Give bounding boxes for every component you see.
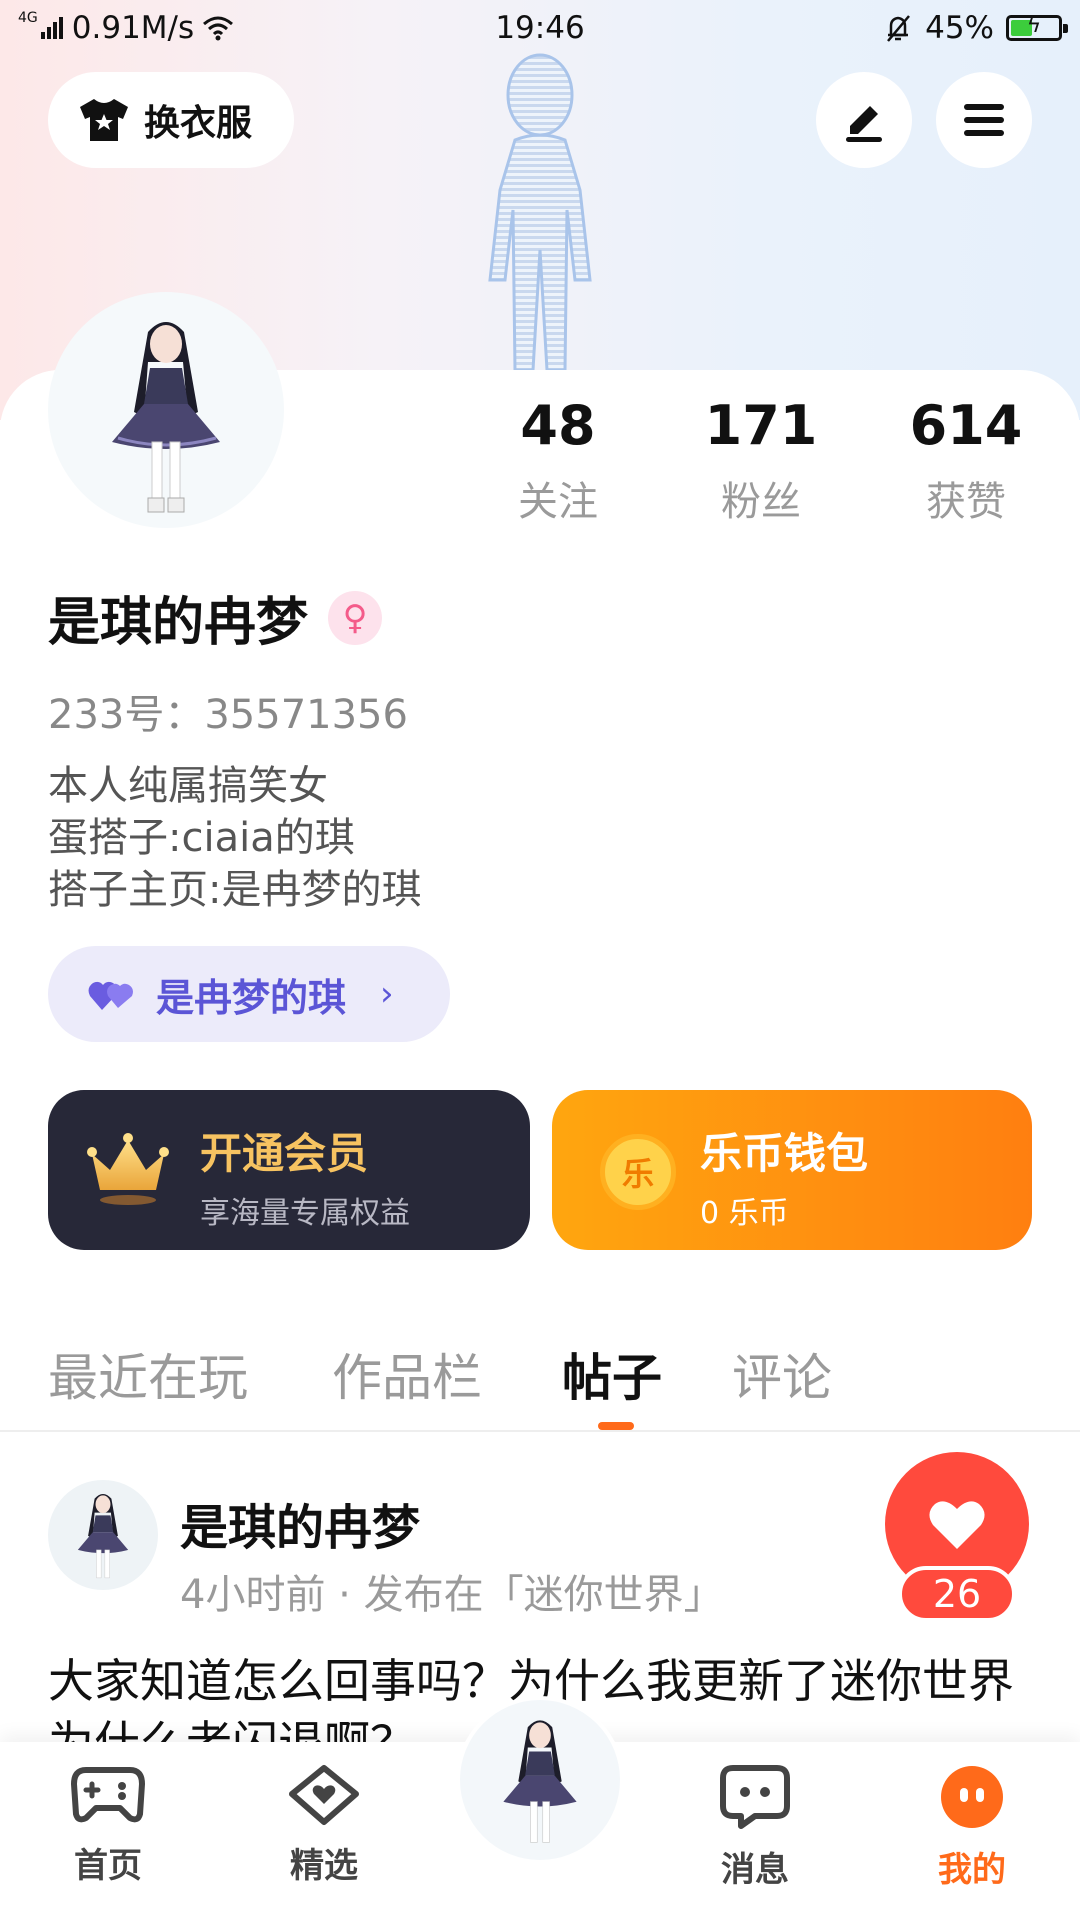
- menu-icon: [964, 104, 1004, 136]
- stat-followers[interactable]: 171 粉丝: [681, 393, 841, 527]
- post-author-avatar[interactable]: [48, 1480, 158, 1590]
- status-right: 45% ϟ: [883, 10, 1068, 46]
- active-tab-indicator: [598, 1422, 634, 1430]
- tab-divider: [0, 1430, 1080, 1432]
- gamepad-icon: [71, 1767, 145, 1823]
- stat-following[interactable]: 48 关注: [478, 393, 638, 527]
- double-heart-icon: [88, 981, 133, 1010]
- change-clothes-button[interactable]: 换衣服: [48, 72, 294, 168]
- nav-featured-label: 精选: [290, 1846, 358, 1886]
- chevron-right-icon: ›: [380, 974, 394, 1014]
- partner-link-button[interactable]: 是冉梦的琪 ›: [48, 946, 450, 1042]
- partner-name: 是冉梦的琪: [156, 975, 347, 1020]
- tab-comments[interactable]: 评论: [732, 1338, 832, 1410]
- coin-icon: 乐: [600, 1134, 676, 1210]
- change-clothes-label: 换衣服: [144, 103, 253, 144]
- bottom-navigation: 首页 精选 消息 我的: [0, 1696, 1080, 1920]
- nav-center-avatar[interactable]: [456, 1696, 624, 1864]
- female-icon: ♀: [328, 590, 383, 645]
- profile-face-icon: [941, 1766, 1003, 1828]
- nav-me-label: 我的: [938, 1850, 1006, 1890]
- battery-percent: 45%: [925, 10, 994, 46]
- wallet-card[interactable]: 乐 乐币钱包 0 乐币: [552, 1090, 1032, 1250]
- bio-line: 本人纯属搞笑女: [48, 763, 328, 809]
- chat-icon: [720, 1765, 790, 1829]
- stat-following-label: 关注: [518, 479, 598, 525]
- nav-messages-label: 消息: [721, 1850, 789, 1890]
- wallet-balance: 0 乐币: [700, 1196, 789, 1231]
- nav-messages[interactable]: 消息: [685, 1764, 825, 1891]
- bio-line: 搭子主页:是冉梦的琪: [48, 867, 422, 913]
- nav-me[interactable]: 我的: [902, 1764, 1042, 1891]
- heart-icon: [929, 1501, 985, 1549]
- mute-bell-icon: [887, 15, 911, 42]
- vip-subtitle: 享海量专属权益: [200, 1196, 410, 1231]
- charging-bolt-icon: ϟ: [1026, 13, 1042, 38]
- status-bar: 4G 0.91M/s 19:46 45% ϟ: [0, 0, 1080, 58]
- shirt-icon: [80, 99, 128, 141]
- edit-icon: [846, 106, 882, 142]
- vip-membership-card[interactable]: 开通会员 享海量专属权益: [48, 1090, 530, 1250]
- nav-home[interactable]: 首页: [38, 1764, 178, 1887]
- bio-line: 蛋搭子:ciaia的琪: [48, 815, 355, 861]
- tab-posts[interactable]: 帖子: [562, 1338, 662, 1410]
- tab-recently-played[interactable]: 最近在玩: [48, 1338, 248, 1410]
- profile-name: 是琪的冉梦: [48, 593, 309, 653]
- edit-profile-button[interactable]: [816, 72, 912, 168]
- profile-tabs: 最近在玩 作品栏 帖子 评论: [0, 1330, 1080, 1430]
- avatar-hologram: [488, 53, 592, 370]
- heart-diamond-icon: [289, 1765, 359, 1825]
- battery-icon: ϟ: [1006, 13, 1068, 41]
- menu-button[interactable]: [936, 72, 1032, 168]
- post-meta: 4小时前 · 发布在「迷你世界」: [180, 1572, 724, 1618]
- stat-followers-label: 粉丝: [721, 479, 801, 525]
- profile-bio: 本人纯属搞笑女 蛋搭子:ciaia的琪 搭子主页:是冉梦的琪: [48, 760, 421, 916]
- stat-likes-label: 获赞: [926, 479, 1006, 525]
- stat-likes[interactable]: 614 获赞: [886, 393, 1046, 527]
- vip-title: 开通会员: [200, 1129, 369, 1178]
- avatar-character-image: [77, 1493, 129, 1579]
- avatar-character-image: [503, 1720, 577, 1843]
- stat-likes-count: 614: [909, 394, 1023, 457]
- wallet-title: 乐币钱包: [700, 1129, 869, 1178]
- nav-home-label: 首页: [74, 1846, 142, 1886]
- stat-following-count: 48: [520, 394, 596, 457]
- profile-stats: 48 关注 171 粉丝 614 获赞: [0, 393, 1080, 533]
- name-row: 是琪的冉梦 ♀: [48, 580, 383, 655]
- nav-featured[interactable]: 精选: [254, 1764, 394, 1887]
- like-count: 26: [898, 1566, 1016, 1622]
- crown-icon: [87, 1133, 169, 1205]
- tab-works[interactable]: 作品栏: [332, 1338, 482, 1410]
- stat-followers-count: 171: [704, 394, 818, 457]
- post-author-name[interactable]: 是琪的冉梦: [180, 1488, 420, 1558]
- profile-id[interactable]: 233号：35571356: [48, 682, 408, 740]
